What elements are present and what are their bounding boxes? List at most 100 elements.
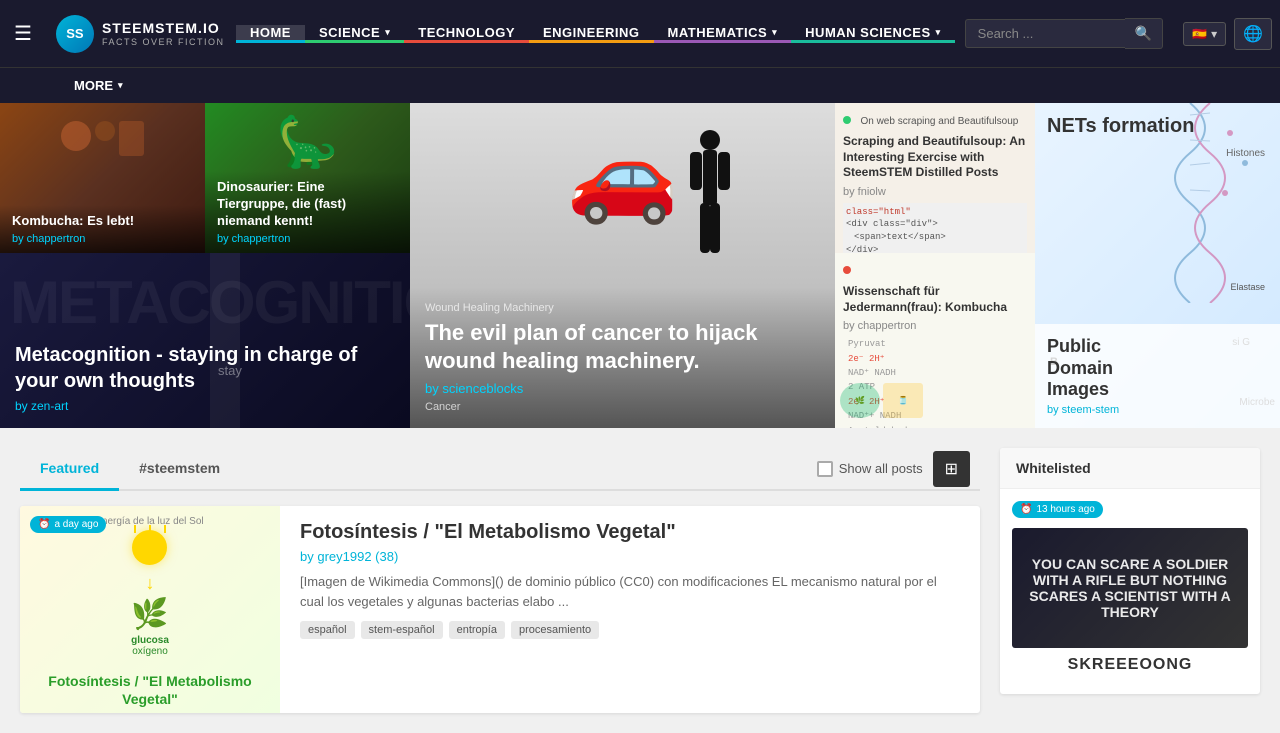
nav-sub-item-more[interactable]: MORE ▾	[60, 68, 137, 103]
globe-button[interactable]: 🌐	[1234, 18, 1272, 50]
nav-item-human-sciences[interactable]: HUMAN SCIENCES ▾	[791, 25, 955, 43]
chevron-down-icon-hs: ▾	[936, 27, 941, 38]
thumb-main-text: Fotosíntesis / "El Metabolismo Vegetal"	[20, 667, 280, 713]
brand-logo: SS	[56, 15, 94, 53]
post-author: by grey1992 (38)	[300, 549, 960, 564]
search-input[interactable]	[965, 19, 1125, 48]
tag-stem-espanol[interactable]: stem-español	[361, 621, 443, 639]
fotosintesis-illustration: energía de la luz del Sol	[86, 506, 213, 667]
nav-items: HOME SCIENCE ▾ TECHNOLOGY ENGINEERING MA…	[236, 25, 955, 43]
post-thumbnail: a day ago energía de la luz del Sol	[20, 506, 280, 713]
right-time-badge-area: 13 hours ago	[1012, 501, 1248, 518]
cancer-overlay: Wound Healing Machinery The evil plan of…	[410, 287, 835, 428]
post-card[interactable]: a day ago energía de la luz del Sol	[20, 506, 980, 713]
right-image-text: YOU CAN SCARE A SOLDIER WITH A RIFLE BUT…	[1012, 546, 1248, 630]
post-excerpt: [Imagen de Wikimedia Commons]() de domin…	[300, 572, 960, 611]
hero-grid: Kombucha: Es lebt! by chappertron 🦕 Dino…	[0, 103, 1280, 428]
histone-label: Histones	[1226, 148, 1265, 159]
whitelisted-header: Whitelisted	[1000, 448, 1260, 489]
public-domain-title: PublicDomainImages	[1047, 336, 1268, 401]
tag-entropia[interactable]: entropía	[449, 621, 505, 639]
flag-icon: 🇪🇸	[1192, 27, 1207, 41]
elastase-label: Elastase	[1230, 282, 1265, 292]
show-all-area: Show all posts ⊞	[807, 451, 980, 487]
metacog-content: Metacognition - staying in charge of you…	[0, 327, 410, 428]
tabs-bar: Featured #steemstem Show all posts ⊞	[20, 448, 980, 491]
tab-steemstem[interactable]: #steemstem	[119, 448, 240, 491]
hero-cell-scraping[interactable]: On web scraping and Beautifulsoup Scrapi…	[835, 103, 1035, 253]
nets-author: by steem-stem	[1047, 404, 1268, 416]
post-tags: español stem-español entropía procesamie…	[300, 621, 960, 639]
dna-decoration	[1090, 103, 1280, 303]
whitelisted-panel: Whitelisted 13 hours ago YOU CAN SCARE A…	[1000, 448, 1260, 694]
hero-cell-nets[interactable]: NETs formation Histones B si G Microbe	[1035, 103, 1280, 428]
chevron-down-icon-lang: ▾	[1211, 27, 1217, 41]
hero-cell-wissenschaft[interactable]: Wissenschaft für Jedermann(frau): Kombuc…	[835, 253, 1035, 428]
nav-item-mathematics[interactable]: MATHEMATICS ▾	[654, 25, 792, 43]
right-image: YOU CAN SCARE A SOLDIER WITH A RIFLE BUT…	[1012, 528, 1248, 648]
right-card: 13 hours ago YOU CAN SCARE A SOLDIER WIT…	[1000, 489, 1260, 694]
dino-author: by chappertron	[217, 233, 398, 245]
post-title: Fotosíntesis / "El Metabolismo Vegetal"	[300, 521, 960, 544]
show-all-label[interactable]: Show all posts	[817, 461, 923, 477]
chevron-down-icon-math: ▾	[772, 27, 777, 38]
navbar: ☰ SS STEEMSTEM.IO FACTS OVER FICTION HOM…	[0, 0, 1280, 103]
nav-flags: 🇪🇸 ▾ 🌐	[1173, 18, 1280, 50]
hero-cell-kombucha[interactable]: Kombucha: Es lebt! by chappertron	[0, 103, 205, 253]
wound-label: Wound Healing Machinery	[425, 302, 820, 314]
nav-item-engineering[interactable]: ENGINEERING	[529, 25, 654, 43]
post-info: Fotosíntesis / "El Metabolismo Vegetal" …	[280, 506, 980, 713]
kombucha-overlay: Kombucha: Es lebt! by chappertron	[0, 205, 205, 253]
grid-view-button[interactable]: ⊞	[933, 451, 970, 487]
nav-item-home[interactable]: HOME	[236, 25, 305, 43]
post-time-badge: a day ago	[30, 516, 106, 533]
nav-item-technology[interactable]: TECHNOLOGY	[404, 25, 529, 43]
scraping-author: by fniolw	[843, 186, 1027, 198]
tag-espanol[interactable]: español	[300, 621, 355, 639]
metacog-author: by zen-art	[15, 399, 395, 413]
cancer-label: Cancer	[425, 401, 820, 413]
brand-text: STEEMSTEM.IO FACTS OVER FICTION	[102, 20, 225, 48]
brand[interactable]: SS STEEMSTEM.IO FACTS OVER FICTION	[46, 15, 236, 53]
wiss-dot	[843, 266, 851, 274]
grid-icon: ⊞	[945, 461, 958, 478]
right-sub-title: SKREEEOONG	[1012, 648, 1248, 682]
kombucha-title: Kombucha: Es lebt!	[12, 213, 193, 230]
right-time-badge: 13 hours ago	[1012, 501, 1103, 518]
scraping-dot	[843, 116, 851, 124]
show-all-text: Show all posts	[839, 461, 923, 476]
right-panel: Whitelisted 13 hours ago YOU CAN SCARE A…	[1000, 448, 1260, 713]
scraping-content: On web scraping and Beautifulsoup Scrapi…	[835, 103, 1035, 253]
silhouette-figure	[685, 128, 735, 258]
left-panel: Featured #steemstem Show all posts ⊞	[20, 448, 980, 713]
wiss-author: by chappertron	[843, 320, 1027, 332]
metacog-main-title: Metacognition - staying in charge of you…	[15, 342, 395, 394]
cancer-author: by scienceblocks	[425, 381, 820, 396]
scraping-code-block: class="html" <div class="div"> <span>tex…	[843, 203, 1027, 253]
content-layout: Featured #steemstem Show all posts ⊞	[0, 448, 1280, 713]
brand-logo-text: SS	[66, 26, 83, 41]
search-button[interactable]: 🔍	[1125, 18, 1163, 49]
dino-overlay: Dinosaurier: Eine Tiergruppe, die (fast)…	[205, 171, 410, 253]
molecule-images: 🌿 🫙	[840, 383, 923, 418]
post-thumb-inner: energía de la luz del Sol	[20, 506, 280, 713]
tag-procesamiento[interactable]: procesamiento	[511, 621, 599, 639]
hero-cell-metacog[interactable]: METACOGNITION Metacognition - staying in…	[0, 253, 410, 428]
hero-cell-cancer[interactable]: 🚗 Wound Healing Machinery The evil plan …	[410, 103, 835, 428]
globe-icon: 🌐	[1243, 24, 1263, 44]
nav-item-science[interactable]: SCIENCE ▾	[305, 25, 404, 43]
search-area: 🔍	[955, 18, 1173, 49]
wiss-title: Wissenschaft für Jedermann(frau): Kombuc…	[843, 284, 1027, 315]
hero-cell-dino[interactable]: 🦕 Dinosaurier: Eine Tiergruppe, die (fas…	[205, 103, 410, 253]
kombucha-author: by chappertron	[12, 233, 193, 245]
dino-title: Dinosaurier: Eine Tiergruppe, die (fast)…	[217, 179, 398, 230]
wiss-content: Wissenschaft für Jedermann(frau): Kombuc…	[835, 253, 1035, 428]
hamburger-menu[interactable]: ☰	[0, 21, 46, 46]
main-content-area: Featured #steemstem Show all posts ⊞	[0, 428, 1280, 733]
tab-featured[interactable]: Featured	[20, 448, 119, 491]
language-dropdown[interactable]: 🇪🇸 ▾	[1183, 22, 1226, 46]
scraping-title: Scraping and Beautifulsoup: An Interesti…	[843, 134, 1027, 181]
chevron-down-icon-more: ▾	[118, 80, 123, 91]
show-all-checkbox[interactable]	[817, 461, 833, 477]
brand-title: STEEMSTEM.IO	[102, 20, 225, 37]
